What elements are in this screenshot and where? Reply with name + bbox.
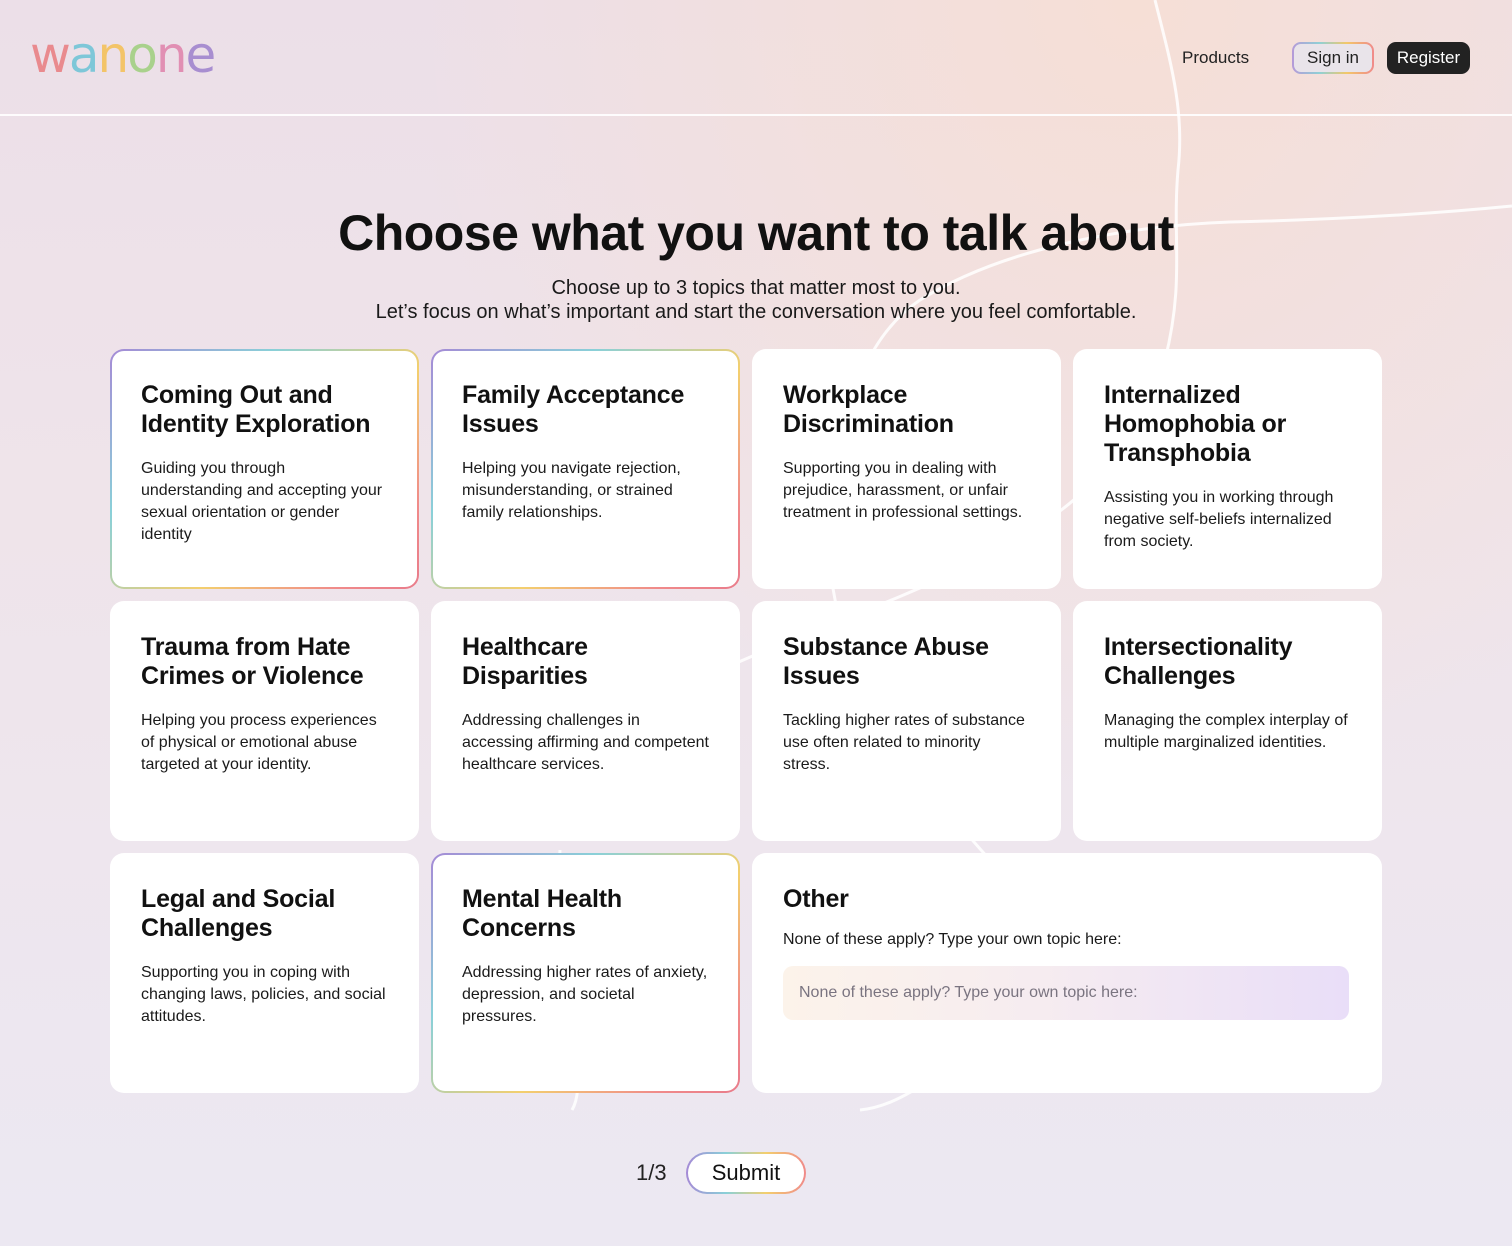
wanone-logo[interactable]: wanone <box>30 26 217 84</box>
logo-letter: n <box>97 26 130 84</box>
topic-card[interactable]: Coming Out and Identity Exploration Guidi… <box>110 349 419 589</box>
logo-letter: e <box>185 26 217 84</box>
other-topic-card: Other None of these apply? Type your own… <box>752 853 1382 1093</box>
topic-card-description: Helping you navigate rejection, misunder… <box>462 460 681 521</box>
topic-card[interactable]: Substance Abuse Issues Tackling higher ra… <box>752 601 1061 841</box>
topic-card-description: Guiding you through understanding and ac… <box>141 460 383 543</box>
topic-card-title: Workplace Discrimination <box>783 381 954 438</box>
topic-card-title: Internalized Homophobia or Transphobia <box>1104 381 1287 467</box>
topic-card[interactable]: Workplace Discrimination Supporting you i… <box>752 349 1061 589</box>
topic-card-title: Family Acceptance Issues <box>462 381 685 438</box>
topic-card-title: Legal and Social Challenges <box>141 885 336 942</box>
topic-card-description: Tackling higher rates of substance use o… <box>783 712 1025 773</box>
other-card-prompt: None of these apply? Type your own topic… <box>783 931 1122 948</box>
topic-card[interactable]: Intersectionality Challenges Managing the… <box>1073 601 1382 841</box>
topic-card-title: Healthcare Disparities <box>462 633 588 690</box>
topic-card[interactable]: Healthcare Disparities Addressing challen… <box>431 601 740 841</box>
submit-button[interactable]: Submit <box>686 1152 806 1194</box>
topic-card-description: Managing the complex interplay of multip… <box>1104 712 1348 751</box>
topic-card-description: Assisting you in working through negativ… <box>1104 489 1334 550</box>
topic-card-description: Helping you process experiences of physi… <box>141 712 377 773</box>
other-topic-input[interactable] <box>783 966 1349 1020</box>
register-button[interactable]: Register <box>1387 42 1470 74</box>
logo-letter: a <box>68 26 100 84</box>
top-bar: wanone Products Sign in Register <box>0 0 1512 116</box>
topic-card-description: Addressing higher rates of anxiety, depr… <box>462 964 708 1025</box>
topic-card[interactable]: Family Acceptance Issues Helping you navi… <box>431 349 740 589</box>
topic-card-description: Addressing challenges in accessing affir… <box>462 712 709 773</box>
topic-card[interactable]: Mental Health Concerns Addressing higher … <box>431 853 740 1093</box>
topic-card[interactable]: Internalized Homophobia or Transphobia As… <box>1073 349 1382 589</box>
topic-card-title: Trauma from Hate Crimes or Violence <box>141 633 364 690</box>
other-card-title: Other <box>783 885 849 913</box>
topic-card-title: Intersectionality Challenges <box>1104 633 1293 690</box>
topic-card[interactable]: Legal and Social Challenges Supporting yo… <box>110 853 419 1093</box>
topic-card-description: Supporting you in coping with changing l… <box>141 964 386 1025</box>
selection-counter: 1/3 <box>636 1160 667 1185</box>
topic-card-title: Mental Health Concerns <box>462 885 622 942</box>
logo-letter: o <box>127 26 158 84</box>
sign-in-button[interactable]: Sign in <box>1292 42 1374 74</box>
logo-letter: n <box>155 26 188 84</box>
logo-letter: w <box>30 26 71 84</box>
page-title: Choose what you want to talk about <box>338 205 1174 261</box>
topic-card-description: Supporting you in dealing with prejudice… <box>783 460 1023 521</box>
page-subtitle-line1: Choose up to 3 topics that matter most t… <box>551 277 961 299</box>
page-subtitle-line2: Let’s focus on what’s important and star… <box>375 301 1137 323</box>
topic-card-title: Substance Abuse Issues <box>783 633 989 690</box>
nav-products-link[interactable]: Products <box>1182 48 1249 68</box>
topic-card-title: Coming Out and Identity Exploration <box>141 381 371 438</box>
topic-card[interactable]: Trauma from Hate Crimes or Violence Helpi… <box>110 601 419 841</box>
